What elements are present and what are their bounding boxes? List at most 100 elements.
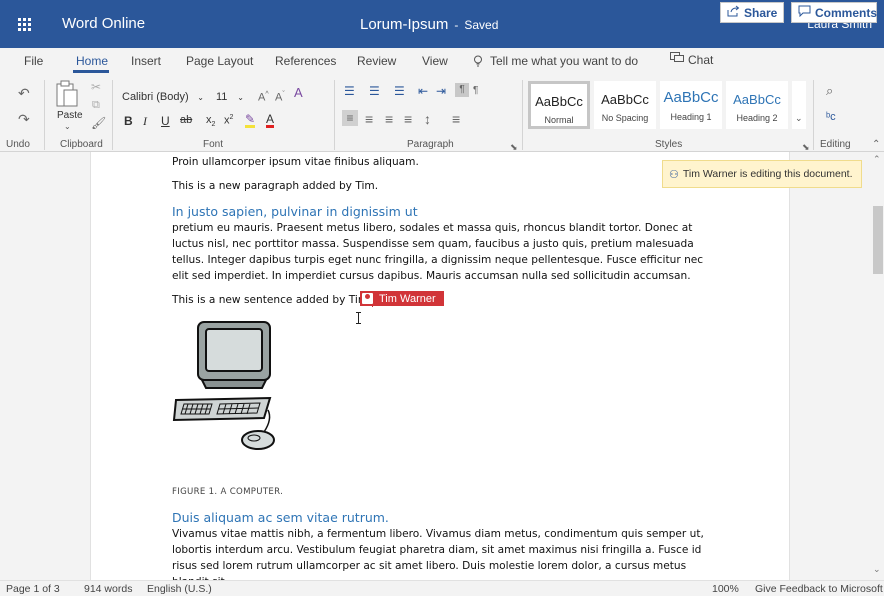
style-sample: AaBbCc (535, 94, 583, 109)
clear-formatting-icon[interactable]: A (294, 86, 303, 100)
font-color-icon[interactable]: A (266, 113, 275, 128)
show-formatting-icon[interactable]: ¶ (473, 84, 478, 98)
cut-icon[interactable]: ✂ (91, 80, 101, 94)
ltr-icon[interactable]: ¶ (455, 83, 469, 97)
underline-icon[interactable]: U (161, 114, 170, 128)
tell-me-box[interactable]: Tell me what you want to do (472, 54, 638, 68)
app-launcher-icon[interactable] (0, 0, 48, 48)
copy-icon[interactable]: ⧉ (92, 98, 100, 112)
chat-icon (670, 52, 684, 67)
styles-gallery-more[interactable]: ⌄ (792, 81, 806, 129)
strikethrough-icon[interactable]: ab (180, 114, 192, 126)
italic-icon[interactable]: I (143, 114, 147, 129)
font-name-select[interactable]: Calibri (Body) ⌄ (118, 88, 208, 106)
coauthoring-notice[interactable]: ⚇ Tim Warner is editing this document. (662, 160, 862, 188)
undo-icon[interactable]: ↶ (18, 86, 30, 100)
tab-view[interactable]: View (422, 54, 448, 68)
font-size-value: 11 (216, 91, 228, 103)
document-title[interactable]: Lorum-Ipsum - Saved (360, 16, 498, 33)
heading[interactable]: In justo sapien, pulvinar in dignissim u… (172, 204, 720, 220)
feedback-link[interactable]: Give Feedback to Microsoft (755, 583, 883, 595)
superscript-icon[interactable]: x2 (224, 114, 233, 127)
scroll-thumb[interactable] (873, 206, 883, 274)
language[interactable]: English (U.S.) (147, 583, 212, 595)
chat-label: Chat (688, 52, 714, 67)
increase-indent-icon[interactable]: ⇥ (436, 84, 446, 98)
tab-insert[interactable]: Insert (131, 54, 161, 68)
align-right-icon[interactable]: ≡ (385, 112, 393, 126)
active-tab-indicator (73, 70, 109, 73)
coauthor-presence-flag: Tim Warner (360, 291, 444, 306)
paragraph-spacing-icon[interactable]: ≡ (452, 112, 460, 126)
style-no-spacing[interactable]: AaBbCc No Spacing (594, 81, 656, 129)
zoom-level[interactable]: 100% (712, 583, 739, 595)
align-center-icon[interactable]: ≡ (365, 112, 373, 126)
save-status: Saved (464, 18, 499, 32)
group-label-paragraph: Paragraph (407, 139, 454, 150)
ribbon: ↶ ↷ Undo Paste ⌄ ✂ ⧉ 🖌 Clipboard Calibri… (0, 74, 884, 152)
decrease-indent-icon[interactable]: ⇤ (418, 84, 428, 98)
word-count[interactable]: 914 words (84, 583, 132, 595)
style-name: No Spacing (601, 113, 649, 123)
highlight-icon[interactable]: ✎ (245, 113, 256, 128)
divider (813, 80, 814, 150)
collapse-ribbon-icon[interactable]: ⌃ (872, 138, 880, 152)
shrink-font-icon[interactable]: Aˇ (275, 88, 285, 105)
scroll-up-icon[interactable]: ⌃ (873, 154, 881, 165)
line-spacing-icon[interactable]: ↕ (424, 112, 431, 126)
figure-caption[interactable]: FIGURE 1. A COMPUTER. (172, 484, 720, 500)
document-title-text[interactable]: Lorum-Ipsum (360, 16, 448, 33)
tell-me-text: Tell me what you want to do (490, 54, 639, 68)
document-page[interactable]: Proin ullamcorper ipsum vitae finibus al… (90, 152, 790, 580)
people-icon: ⚇ (669, 168, 679, 181)
heading[interactable]: Duis aliquam ac sem vitae rutrum. (172, 510, 720, 526)
bold-icon[interactable]: B (124, 114, 133, 128)
paste-label[interactable]: Paste (57, 110, 83, 121)
bullets-icon[interactable]: ☰ (344, 84, 355, 98)
chevron-down-icon: ⌄ (197, 92, 204, 102)
notice-text: Tim Warner is editing this document. (682, 168, 853, 180)
font-size-select[interactable]: 11 ⌄ (212, 88, 248, 106)
share-button[interactable]: Share (720, 2, 785, 23)
paragraph-with-cursor[interactable]: This is a new sentence added by Tim. (172, 292, 720, 308)
comments-button[interactable]: Comments (791, 2, 877, 23)
style-normal[interactable]: AaBbCc Normal (528, 81, 590, 129)
paragraph[interactable]: pretium eu mauris. Praesent metus libero… (172, 220, 720, 284)
grow-font-icon[interactable]: A^ (258, 88, 269, 105)
style-heading-1[interactable]: AaBbCc Heading 1 (660, 81, 722, 129)
scroll-down-icon[interactable]: ⌄ (873, 564, 881, 575)
vertical-scrollbar[interactable]: ⌃ ⌄ (871, 152, 884, 580)
group-label-clipboard: Clipboard (60, 139, 103, 150)
style-sample: AaBbCc (663, 89, 719, 106)
paragraph[interactable]: This is a new paragraph added by Tim. (172, 178, 720, 194)
style-name: Heading 2 (736, 113, 778, 123)
paste-icon[interactable] (55, 80, 79, 108)
numbering-icon[interactable]: ☰ (369, 84, 380, 98)
justify-icon[interactable]: ≡ (404, 112, 412, 126)
tab-home[interactable]: Home (76, 54, 108, 68)
app-name[interactable]: Word Online (62, 15, 145, 32)
paragraph[interactable]: Proin ullamcorper ipsum vitae finibus al… (172, 154, 720, 170)
align-left-icon[interactable]: ≡ (342, 110, 358, 126)
paragraph[interactable]: Vivamus vitae mattis nibh, a fermentum l… (172, 526, 720, 580)
redo-icon[interactable]: ↷ (18, 112, 30, 126)
font-name-value: Calibri (Body) (122, 91, 189, 103)
format-painter-icon[interactable]: 🖌 (91, 116, 106, 130)
document-body[interactable]: Proin ullamcorper ipsum vitae finibus al… (172, 152, 720, 580)
tab-page-layout[interactable]: Page Layout (186, 54, 253, 68)
replace-icon[interactable]: ᵇc (826, 110, 836, 124)
group-label-font: Font (203, 139, 224, 150)
find-icon[interactable]: ⌕ (826, 84, 833, 98)
style-sample: AaBbCc (601, 92, 649, 107)
tab-review[interactable]: Review (357, 54, 396, 68)
computer-image[interactable] (172, 314, 292, 474)
tab-file[interactable]: File (24, 54, 43, 68)
tab-references[interactable]: References (275, 54, 336, 68)
style-heading-2[interactable]: AaBbCc Heading 2 (726, 81, 788, 129)
chevron-down-icon[interactable]: ⌄ (64, 122, 71, 131)
style-name: Normal (544, 115, 574, 125)
chat-button[interactable]: Chat (670, 52, 713, 67)
subscript-icon[interactable]: x2 (206, 114, 215, 128)
chevron-down-icon: ⌄ (237, 92, 244, 102)
multilevel-list-icon[interactable]: ☰ (394, 84, 405, 98)
